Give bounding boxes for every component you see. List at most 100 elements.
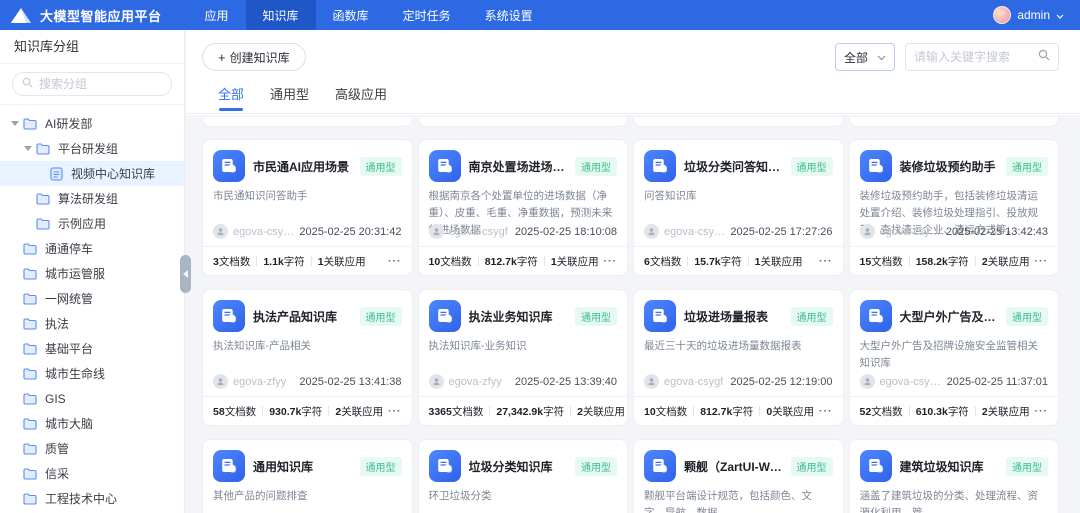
user-avatar[interactable] [993,6,1011,24]
card-owner-name: egova-csygf [664,376,723,388]
tree-item[interactable]: 视频中心知识库 [0,161,184,186]
knowledge-card[interactable]: 执法产品知识库 通用型 执法知识库-产品相关 egova-zfyy 2025-0… [202,289,413,426]
card-description: 颗舰平台端设计规范，包括颜色、文字、导航、数据 [644,488,833,513]
more-actions-button[interactable]: ··· [600,255,618,267]
tree-item-label: 城市大脑 [45,415,93,432]
folder-icon [22,118,38,130]
stat-divider [975,256,976,266]
app-title: 大模型智能应用平台 [40,6,162,25]
tree-item[interactable]: 城市生命线 [0,361,184,386]
knowledge-card[interactable]: 南京处置场进场数据报表 通用型 根据南京各个处置单位的进场数据（净重）、皮重、毛… [418,139,629,276]
knowledge-card[interactable]: 装修垃圾预约助手 通用型 装修垃圾预约助手，包括装修垃圾清运处置介绍、装修垃圾处… [849,139,1060,276]
sidebar-collapse-handle[interactable] [180,255,191,293]
card-owner-row: egova-csygf-jzlj 2025-02-25 13:42:43 [860,224,1049,239]
card-stat: 6文档数 [644,254,681,269]
tree-item-label: 算法研发组 [58,190,118,207]
tree-item[interactable]: 工程技术中心 [0,486,184,511]
stat-label: 关联应用 [557,256,599,268]
tree-item[interactable]: GIS [0,386,184,411]
stat-divider [909,406,910,416]
more-actions-button[interactable]: ··· [815,405,833,417]
more-actions-button[interactable]: ··· [384,405,402,417]
knowledge-card[interactable]: 颗舰（ZartUI-Web）... 通用型 颗舰平台端设计规范，包括颜色、文字、… [633,439,844,513]
tree-item[interactable]: AI研发部 [0,111,184,136]
owner-avatar-icon [644,374,659,389]
more-actions-button[interactable]: ··· [1031,405,1049,417]
card-title: 通用知识库 [253,458,356,475]
stat-divider [759,406,760,416]
tree-item[interactable]: 通通停车 [0,236,184,261]
more-actions-button[interactable]: ··· [815,255,833,267]
tree-item[interactable]: 城市运管服 [0,261,184,286]
tree-item[interactable]: 平台研发组 [0,136,184,161]
caret-down-icon[interactable] [8,121,22,126]
group-search-input[interactable] [39,77,149,91]
tab[interactable]: 全部 [218,84,244,113]
nav-item[interactable]: 知识库 [246,0,316,30]
stat-number: 1.1k [263,256,283,268]
type-filter-select[interactable]: 全部 [835,43,895,71]
tree-item-label: 信采 [45,465,69,482]
nav-item[interactable]: 系统设置 [468,0,550,30]
tree-item[interactable]: 信采 [0,461,184,486]
more-actions-button[interactable]: ··· [625,405,628,417]
card-owner-name: egova-zfyy [233,376,286,388]
knowledge-card[interactable]: 垃圾进场量报表 通用型 最近三十天的垃圾进场量数据报表 egova-csygf … [633,289,844,426]
card-title: 建筑垃圾知识库 [900,458,1003,475]
tree-item[interactable]: 示例应用 [0,211,184,236]
card-stat: 52文档数 [860,404,903,419]
tree-item[interactable]: 一网统管 [0,286,184,311]
nav-item[interactable]: 定时任务 [386,0,468,30]
stat-divider [544,256,545,266]
folder-icon [22,243,38,255]
knowledge-base-icon [644,300,676,332]
knowledge-card[interactable]: 通用知识库 通用型 其他产品的问题排查 ··· [202,439,413,513]
owner-avatar-icon [213,374,228,389]
knowledge-card[interactable]: 建筑垃圾知识库 通用型 涵盖了建筑垃圾的分类、处理流程、资源化利用、管 ··· [849,439,1060,513]
tab[interactable]: 高级应用 [335,84,387,113]
search-icon[interactable] [1038,48,1050,66]
owner-avatar-icon [213,224,228,239]
username[interactable]: admin [1017,8,1050,22]
card-type-badge: 通用型 [360,457,402,476]
nav-item-label: 函数库 [333,7,369,24]
card-title: 南京处置场进场数据报表 [469,158,572,175]
knowledge-base-icon [644,150,676,182]
knowledge-card[interactable]: 垃圾分类知识库 通用型 环卫垃圾分类 ··· [418,439,629,513]
stat-label: 字符 [543,406,564,418]
card-date: 2025-02-25 13:41:38 [299,376,401,388]
caret-down-icon[interactable] [21,146,35,151]
knowledge-card[interactable]: 执法业务知识库 通用型 执法知识库-业务知识 egova-zfyy 2025-0… [418,289,629,426]
tree-item[interactable]: 基础平台 [0,336,184,361]
create-knowledge-base-button[interactable]: + 创建知识库 [202,43,306,71]
keyword-search-input[interactable] [914,50,1038,64]
folder-icon [22,443,38,455]
card-owner-name: egova-csygf-hw [664,226,725,238]
knowledge-card[interactable]: 垃圾分类问答知识库 通用型 问答知识库 egova-csygf-hw 2025-… [633,139,844,276]
more-actions-button[interactable]: ··· [1031,255,1049,267]
knowledge-card[interactable]: 大型户外广告及招牌设... 通用型 大型户外广告及招牌设施安全监管相关知识库 e… [849,289,1060,426]
card-type-badge: 通用型 [360,307,402,326]
nav-item[interactable]: 函数库 [316,0,386,30]
tree-item[interactable]: 执法 [0,311,184,336]
tree-item[interactable]: 质管 [0,436,184,461]
card-title: 市民通AI应用场景 [253,158,356,175]
more-actions-button[interactable]: ··· [384,255,402,267]
tree-item[interactable]: 城市大脑 [0,411,184,436]
partial-card [633,117,844,127]
tab[interactable]: 通用型 [270,84,309,113]
stat-divider [478,256,479,266]
card-stat: 1关联应用 [551,254,599,269]
user-chevron-down-icon[interactable] [1056,8,1064,22]
stat-divider [256,256,257,266]
stat-label: 文档数 [452,406,484,418]
card-title: 颗舰（ZartUI-Web）... [684,458,787,475]
knowledge-card[interactable]: 市民通AI应用场景 通用型 市民通知识问答助手 egova-csygf-hw 2… [202,139,413,276]
stat-label: 文档数 [656,406,688,418]
card-type-badge: 通用型 [791,307,833,326]
card-title: 垃圾分类问答知识库 [684,158,787,175]
tree-item[interactable]: 算法研发组 [0,186,184,211]
card-type-badge: 通用型 [575,157,617,176]
nav-item[interactable]: 应用 [188,0,246,30]
card-stat: 2关联应用 [577,404,625,419]
